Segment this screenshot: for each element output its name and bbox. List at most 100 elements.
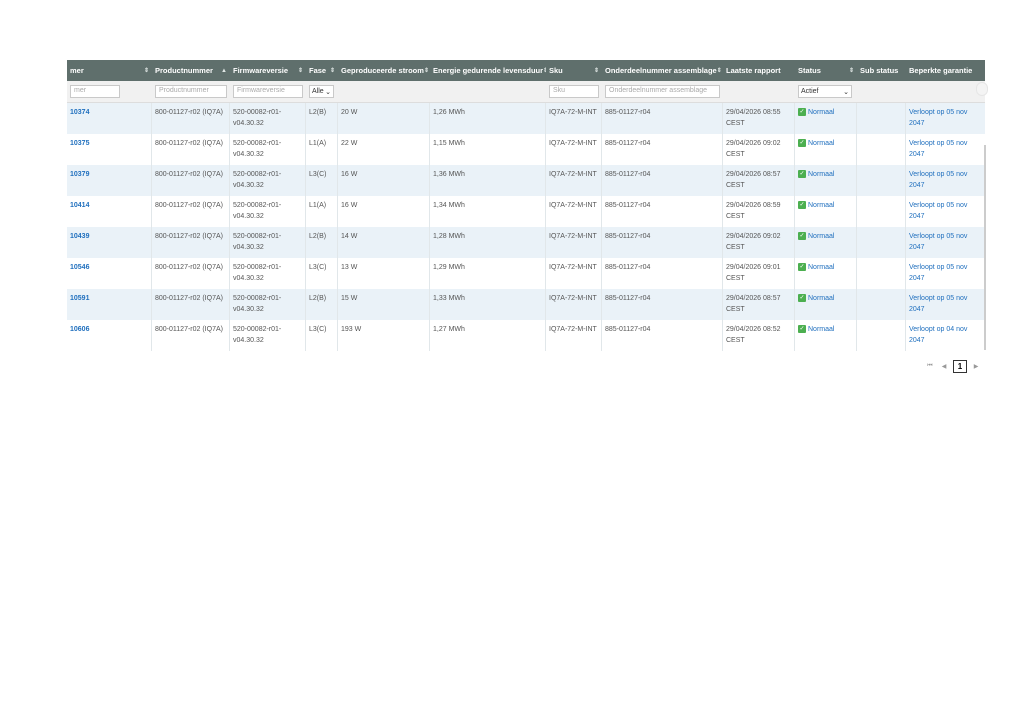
- col-status-header[interactable]: Status ⇕: [795, 60, 857, 81]
- scroll-handle[interactable]: [976, 82, 988, 96]
- warranty-cell[interactable]: Verloopt op 05 nov 2047: [906, 134, 985, 165]
- assembly-cell: 885-01127-r04: [602, 227, 723, 258]
- table-row[interactable]: 10414 800-01127-r02 (IQ7A) 520-00082-r01-v…: [67, 196, 985, 227]
- serial-filter-input[interactable]: mer: [70, 85, 120, 98]
- warranty-cell-text[interactable]: Verloopt op 05 nov 2047: [909, 140, 967, 158]
- sku-cell: IQ7A-72-M-INT: [546, 103, 602, 134]
- assembly-cell: 885-01127-r04: [602, 165, 723, 196]
- table-row[interactable]: 10439 800-01127-r02 (IQ7A) 520-00082-r01-v…: [67, 227, 985, 258]
- warranty-cell-text[interactable]: Verloopt op 05 nov 2047: [909, 264, 967, 282]
- serial-cell-text[interactable]: 10439: [70, 233, 89, 240]
- warranty-cell-text[interactable]: Verloopt op 05 nov 2047: [909, 295, 967, 313]
- serial-cell-text[interactable]: 10414: [70, 202, 89, 209]
- serial-cell[interactable]: 10375: [67, 134, 152, 165]
- power-cell: 13 W: [338, 258, 430, 289]
- warranty-cell[interactable]: Verloopt op 05 nov 2047: [906, 289, 985, 320]
- product-cell-text: 800-01127-r02 (IQ7A): [155, 295, 223, 302]
- status-badge: ✓ Normaal: [798, 138, 853, 149]
- prev-page-button[interactable]: ◀: [939, 361, 949, 372]
- warranty-cell[interactable]: Verloopt op 05 nov 2047: [906, 227, 985, 258]
- last-report-cell-text: 29/04/2026 09:02 CEST: [726, 233, 781, 251]
- warranty-cell-text[interactable]: Verloopt op 05 nov 2047: [909, 109, 967, 127]
- serial-cell-text[interactable]: 10591: [70, 295, 89, 302]
- check-icon: ✓: [798, 201, 806, 209]
- status-cell: ✓ Normaal: [795, 196, 857, 227]
- energy-cell: 1,34 MWh: [430, 196, 546, 227]
- serial-cell-text[interactable]: 10374: [70, 109, 89, 116]
- table-body: 10374 800-01127-r02 (IQ7A) 520-00082-r01-v…: [67, 103, 985, 351]
- serial-cell[interactable]: 10439: [67, 227, 152, 258]
- warranty-cell-text[interactable]: Verloopt op 05 nov 2047: [909, 171, 967, 189]
- pagination: ⏮ ◀ 1 ▶: [925, 360, 981, 373]
- next-page-button[interactable]: ▶: [971, 361, 981, 372]
- power-cell-text: 193 W: [341, 326, 362, 333]
- table-row[interactable]: 10591 800-01127-r02 (IQ7A) 520-00082-r01-v…: [67, 289, 985, 320]
- firmware-cell-text: 520-00082-r01-v04.30.32: [233, 326, 282, 344]
- table-row[interactable]: 10379 800-01127-r02 (IQ7A) 520-00082-r01-v…: [67, 165, 985, 196]
- serial-cell[interactable]: 10546: [67, 258, 152, 289]
- assembly-cell-text: 885-01127-r04: [605, 264, 651, 271]
- phase-cell: L2(B): [306, 227, 338, 258]
- vertical-scrollbar[interactable]: [984, 145, 986, 350]
- col-warranty-header[interactable]: Beperkte garantie: [906, 60, 985, 81]
- power-cell: 14 W: [338, 227, 430, 258]
- col-power-header[interactable]: Geproduceerde stroom ⇕: [338, 60, 430, 81]
- serial-cell-text[interactable]: 10379: [70, 171, 89, 178]
- warranty-cell[interactable]: Verloopt op 05 nov 2047: [906, 165, 985, 196]
- status-label: Normaal: [808, 233, 835, 240]
- warranty-cell-text[interactable]: Verloopt op 04 nov 2047: [909, 326, 967, 344]
- assembly-cell: 885-01127-r04: [602, 103, 723, 134]
- col-sku-header[interactable]: Sku ⇕: [546, 60, 602, 81]
- phase-cell-text: L1(A): [309, 202, 327, 209]
- warranty-cell[interactable]: Verloopt op 05 nov 2047: [906, 258, 985, 289]
- warranty-cell[interactable]: Verloopt op 04 nov 2047: [906, 320, 985, 351]
- serial-cell[interactable]: 10379: [67, 165, 152, 196]
- power-cell: 16 W: [338, 196, 430, 227]
- table-row[interactable]: 10546 800-01127-r02 (IQ7A) 520-00082-r01-v…: [67, 258, 985, 289]
- product-filter-input[interactable]: Productnummer: [155, 85, 227, 98]
- last-report-cell-text: 29/04/2026 08:57 CEST: [726, 171, 781, 189]
- col-firmware-header[interactable]: Firmwareversie ⇕: [230, 60, 306, 81]
- col-assembly-header[interactable]: Onderdeelnummer assemblage ⇕: [602, 60, 723, 81]
- serial-cell-text[interactable]: 10546: [70, 264, 89, 271]
- sub-status-cell: [857, 134, 906, 165]
- serial-cell-text[interactable]: 10375: [70, 140, 89, 147]
- serial-cell[interactable]: 10374: [67, 103, 152, 134]
- warranty-cell-text[interactable]: Verloopt op 05 nov 2047: [909, 233, 967, 251]
- phase-filter-select[interactable]: Alle ⌄: [309, 85, 334, 98]
- sub-status-cell: [857, 103, 906, 134]
- col-product-header[interactable]: Productnummer ▲: [152, 60, 230, 81]
- sku-cell-text: IQ7A-72-M-INT: [549, 140, 597, 147]
- first-page-button[interactable]: ⏮: [925, 361, 935, 372]
- serial-cell-text[interactable]: 10606: [70, 326, 89, 333]
- product-cell: 800-01127-r02 (IQ7A): [152, 227, 230, 258]
- product-cell: 800-01127-r02 (IQ7A): [152, 320, 230, 351]
- assembly-filter-input[interactable]: Onderdeelnummer assemblage: [605, 85, 720, 98]
- status-label: Normaal: [808, 140, 835, 147]
- warranty-cell-text[interactable]: Verloopt op 05 nov 2047: [909, 202, 967, 220]
- serial-cell[interactable]: 10591: [67, 289, 152, 320]
- serial-cell[interactable]: 10414: [67, 196, 152, 227]
- status-filter-select[interactable]: Actief ⌄: [798, 85, 852, 98]
- col-energy-header[interactable]: Energie gedurende levensduur ⇕: [430, 60, 546, 81]
- sku-cell: IQ7A-72-M-INT: [546, 165, 602, 196]
- assembly-cell-text: 885-01127-r04: [605, 202, 651, 209]
- last-report-cell-text: 29/04/2026 09:01 CEST: [726, 264, 781, 282]
- sku-filter-input[interactable]: Sku: [549, 85, 599, 98]
- warranty-cell[interactable]: Verloopt op 05 nov 2047: [906, 103, 985, 134]
- warranty-cell[interactable]: Verloopt op 05 nov 2047: [906, 196, 985, 227]
- col-last-report-header[interactable]: Laatste rapport: [723, 60, 795, 81]
- firmware-filter-input[interactable]: Firmwareversie: [233, 85, 303, 98]
- status-badge: ✓ Normaal: [798, 200, 853, 211]
- col-serial-header[interactable]: mer ⇕: [67, 60, 152, 81]
- sku-cell-text: IQ7A-72-M-INT: [549, 109, 597, 116]
- status-label: Normaal: [808, 109, 835, 116]
- sku-cell-text: IQ7A-72-M-INT: [549, 264, 597, 271]
- serial-cell[interactable]: 10606: [67, 320, 152, 351]
- current-page-button[interactable]: 1: [953, 360, 967, 373]
- col-sub-status-header[interactable]: Sub status: [857, 60, 906, 81]
- col-phase-header[interactable]: Fase ⇕: [306, 60, 338, 81]
- table-row[interactable]: 10374 800-01127-r02 (IQ7A) 520-00082-r01-v…: [67, 103, 985, 134]
- table-row[interactable]: 10375 800-01127-r02 (IQ7A) 520-00082-r01-v…: [67, 134, 985, 165]
- table-row[interactable]: 10606 800-01127-r02 (IQ7A) 520-00082-r01-v…: [67, 320, 985, 351]
